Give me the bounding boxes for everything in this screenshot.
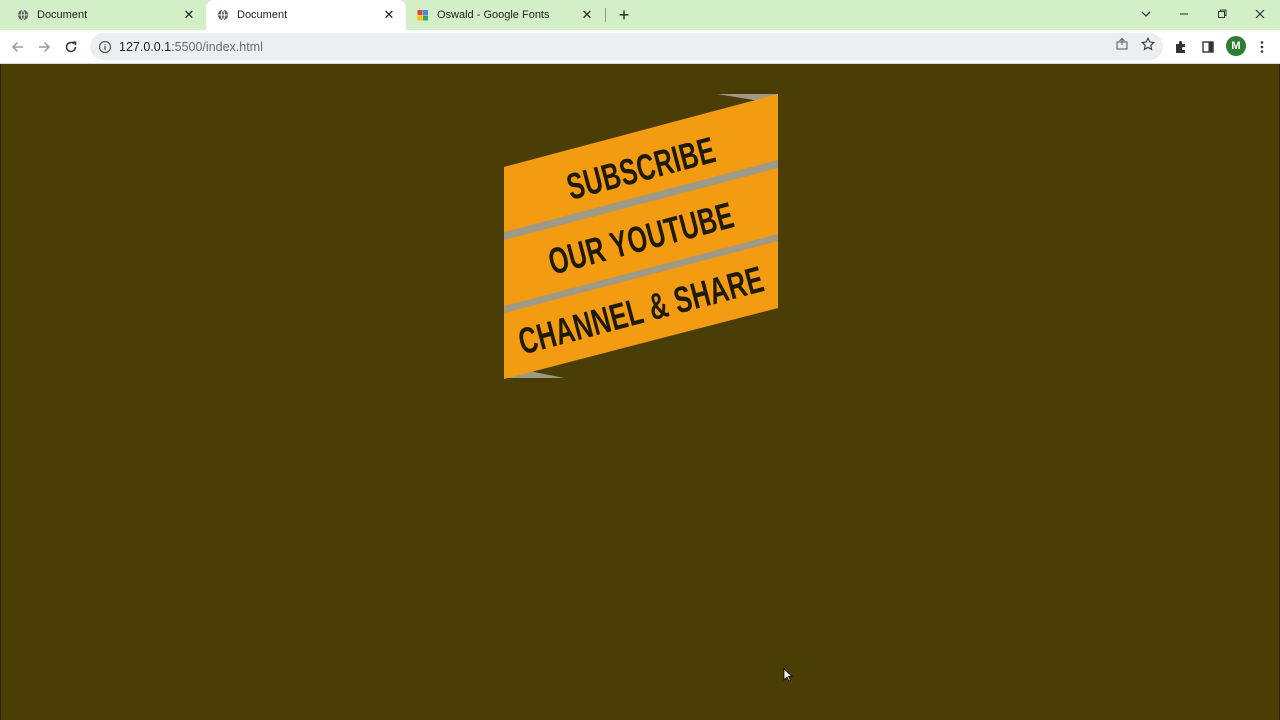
subscribe-ribbon: SUBSCRIBE OUR YOUTUBE CHANNEL & SHARE: [504, 94, 778, 379]
browser-toolbar: 127.0.0.1:5500/index.html M: [0, 30, 1280, 63]
new-tab-button[interactable]: +: [612, 3, 636, 27]
url-path: :5500/index.html: [171, 39, 263, 54]
restore-button[interactable]: [1204, 0, 1240, 28]
forward-button[interactable]: [31, 34, 57, 60]
more-menu-icon[interactable]: [1249, 34, 1275, 60]
site-info-icon[interactable]: [98, 40, 112, 54]
tab-separator: [605, 8, 606, 22]
address-bar[interactable]: 127.0.0.1:5500/index.html: [90, 33, 1163, 60]
bookmark-star-icon[interactable]: [1139, 35, 1157, 53]
globe-icon: [17, 9, 29, 21]
page-viewport: SUBSCRIBE OUR YOUTUBE CHANNEL & SHARE: [0, 64, 1280, 720]
mouse-cursor-icon: [783, 668, 793, 682]
tab-document-1[interactable]: Document ✕: [0, 0, 206, 30]
extensions-icon[interactable]: [1168, 34, 1194, 60]
close-tab-icon[interactable]: ✕: [381, 7, 397, 23]
share-icon[interactable]: [1113, 35, 1131, 53]
tab-title: Document: [37, 9, 88, 21]
close-window-button[interactable]: [1242, 0, 1278, 28]
tab-title: Oswald - Google Fonts: [437, 9, 550, 21]
close-tab-icon[interactable]: ✕: [181, 7, 197, 23]
close-tab-icon[interactable]: ✕: [579, 7, 595, 23]
tab-oswald-google-fonts[interactable]: Oswald - Google Fonts ✕: [406, 0, 604, 30]
tab-title: Document: [237, 9, 288, 21]
tab-document-2[interactable]: Document ✕: [206, 0, 406, 30]
back-button[interactable]: [5, 34, 31, 60]
globe-icon: [217, 9, 229, 21]
tab-strip: Document ✕ Document ✕ Oswald - Google Fo…: [0, 0, 1280, 30]
url-host: 127.0.0.1: [119, 39, 172, 54]
profile-avatar[interactable]: M: [1226, 36, 1246, 56]
url-text: 127.0.0.1:5500/index.html: [119, 40, 263, 54]
tab-search-icon[interactable]: [1128, 0, 1164, 28]
google-fonts-icon: [417, 10, 428, 21]
side-panel-icon[interactable]: [1195, 34, 1221, 60]
minimize-button[interactable]: [1166, 0, 1202, 28]
reload-button[interactable]: [58, 34, 84, 60]
